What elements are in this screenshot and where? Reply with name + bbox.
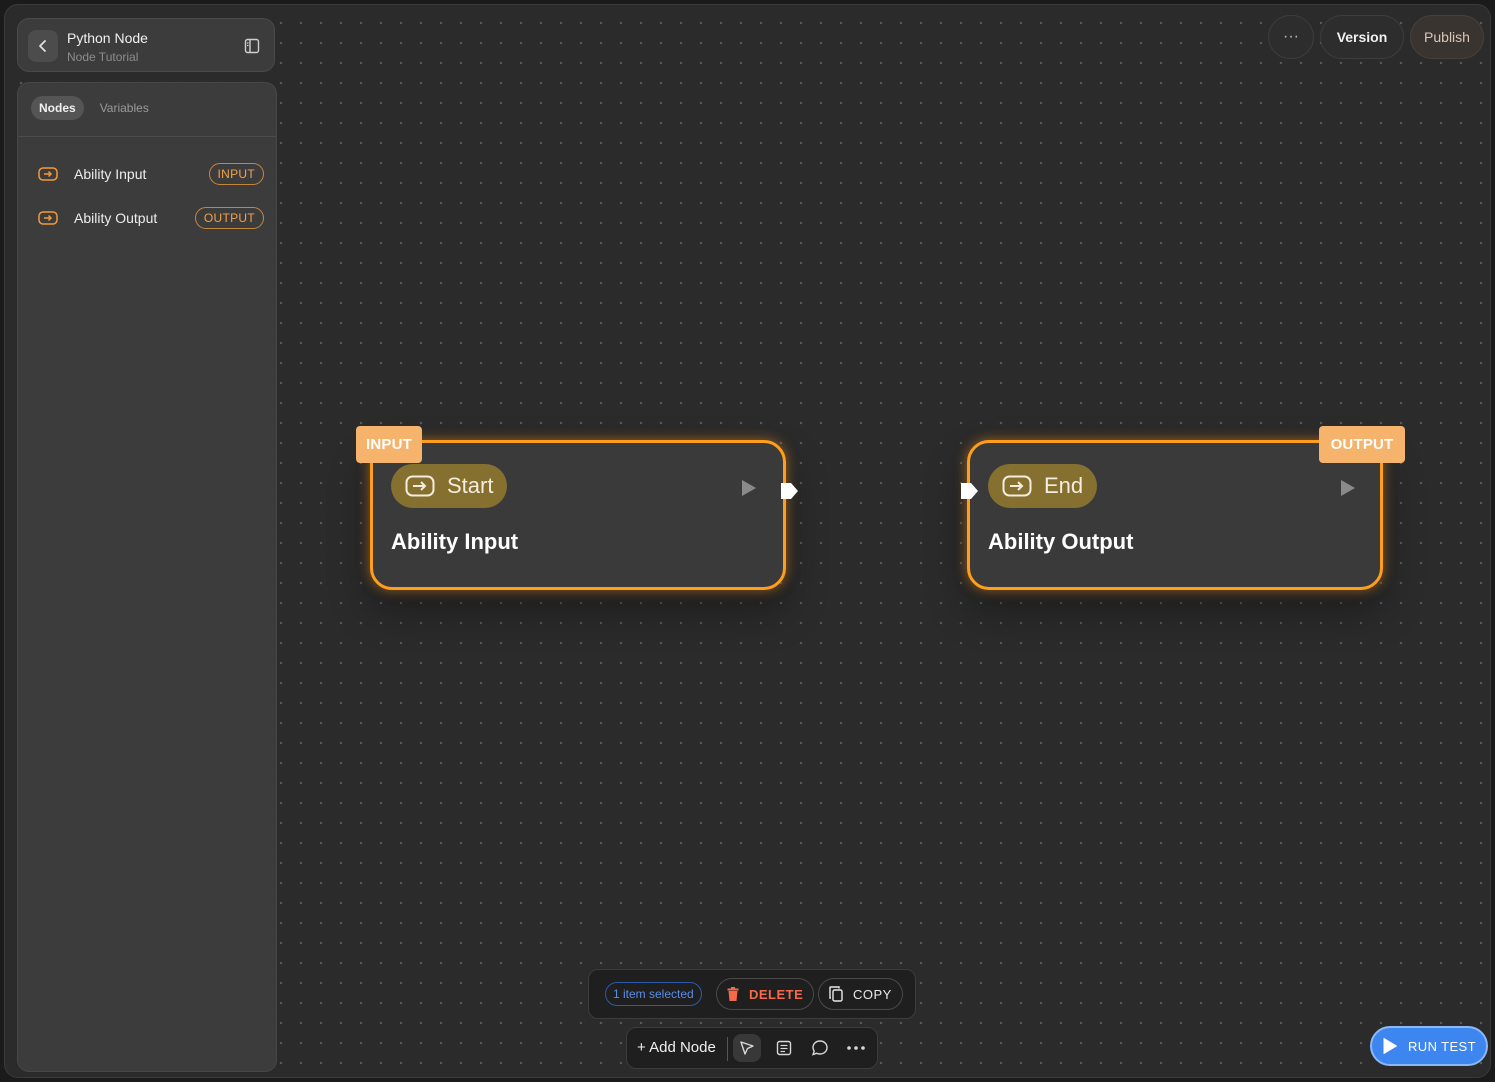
play-icon[interactable] [1340, 479, 1356, 497]
note-icon [776, 1040, 792, 1056]
publish-button[interactable]: Publish [1410, 15, 1484, 59]
node-type-pill: Start [391, 464, 508, 508]
selection-toolbar: 1 item selected DELETE COPY [588, 969, 916, 1019]
output-tag: OUTPUT [1319, 426, 1405, 463]
project-header: Python Node Node Tutorial [17, 18, 275, 72]
canvas[interactable]: Python Node Node Tutorial Nodes Variable… [4, 4, 1491, 1078]
chevron-left-icon [39, 40, 46, 52]
copy-label: COPY [853, 986, 892, 1002]
node-entry-icon [1002, 475, 1032, 497]
top-actions: ··· Version Publish [1268, 15, 1484, 59]
note-tool-button[interactable] [770, 1034, 798, 1062]
input-port-handle[interactable] [959, 481, 979, 501]
delete-button[interactable]: DELETE [716, 978, 815, 1010]
output-port-handle[interactable] [779, 481, 799, 501]
node-title: Ability Output [988, 529, 1134, 554]
version-button[interactable]: Version [1320, 15, 1404, 59]
project-subtitle: Node Tutorial [67, 50, 139, 64]
play-icon [1383, 1038, 1397, 1054]
more-horizontal-icon [847, 1046, 865, 1050]
back-button[interactable] [28, 30, 58, 62]
toolbar-divider [727, 1037, 728, 1061]
delete-label: DELETE [749, 986, 804, 1002]
node-type-label: Start [447, 473, 494, 498]
play-icon[interactable] [741, 479, 757, 497]
copy-button[interactable]: COPY [818, 978, 903, 1010]
sidebar-item-label: Ability Input [74, 166, 147, 182]
more-tools-button[interactable] [842, 1034, 870, 1062]
sidebar: Nodes Variables Ability Input INPUT Abil… [17, 82, 277, 1072]
input-badge: INPUT [208, 163, 264, 185]
tab-nodes[interactable]: Nodes [31, 96, 84, 120]
canvas-toolbar: + Add Node [626, 1027, 878, 1069]
sidebar-toggle-icon[interactable] [244, 38, 260, 54]
copy-icon [829, 986, 843, 1002]
node-entry-icon [38, 211, 58, 225]
node-type-pill: End [988, 464, 1098, 508]
run-test-label: RUN TEST [1408, 1038, 1476, 1054]
comment-tool-button[interactable] [806, 1034, 834, 1062]
add-node-button[interactable]: + Add Node [637, 1039, 716, 1056]
trash-icon [727, 987, 739, 1001]
flow-node-ability-input[interactable]: Start Ability Input [370, 440, 798, 590]
sidebar-item-label: Ability Output [74, 210, 158, 226]
run-test-button[interactable]: RUN TEST [1370, 1026, 1488, 1066]
sidebar-item-ability-input[interactable]: Ability Input INPUT [38, 161, 264, 187]
select-tool-button[interactable] [733, 1034, 761, 1062]
node-entry-icon [405, 475, 435, 497]
input-tag: INPUT [356, 426, 422, 463]
tab-variables[interactable]: Variables [92, 96, 157, 120]
sidebar-divider [18, 136, 276, 137]
cursor-icon [740, 1041, 754, 1055]
selection-count: 1 item selected [605, 982, 702, 1006]
output-badge: OUTPUT [194, 207, 264, 229]
node-type-label: End [1044, 473, 1084, 498]
node-entry-icon [38, 167, 58, 181]
node-title: Ability Input [391, 529, 519, 554]
comment-icon [811, 1040, 828, 1056]
project-title: Python Node [67, 30, 148, 46]
sidebar-item-ability-output[interactable]: Ability Output OUTPUT [38, 205, 264, 231]
sidebar-tabs: Nodes Variables [31, 96, 157, 120]
more-options-button[interactable]: ··· [1268, 15, 1314, 59]
